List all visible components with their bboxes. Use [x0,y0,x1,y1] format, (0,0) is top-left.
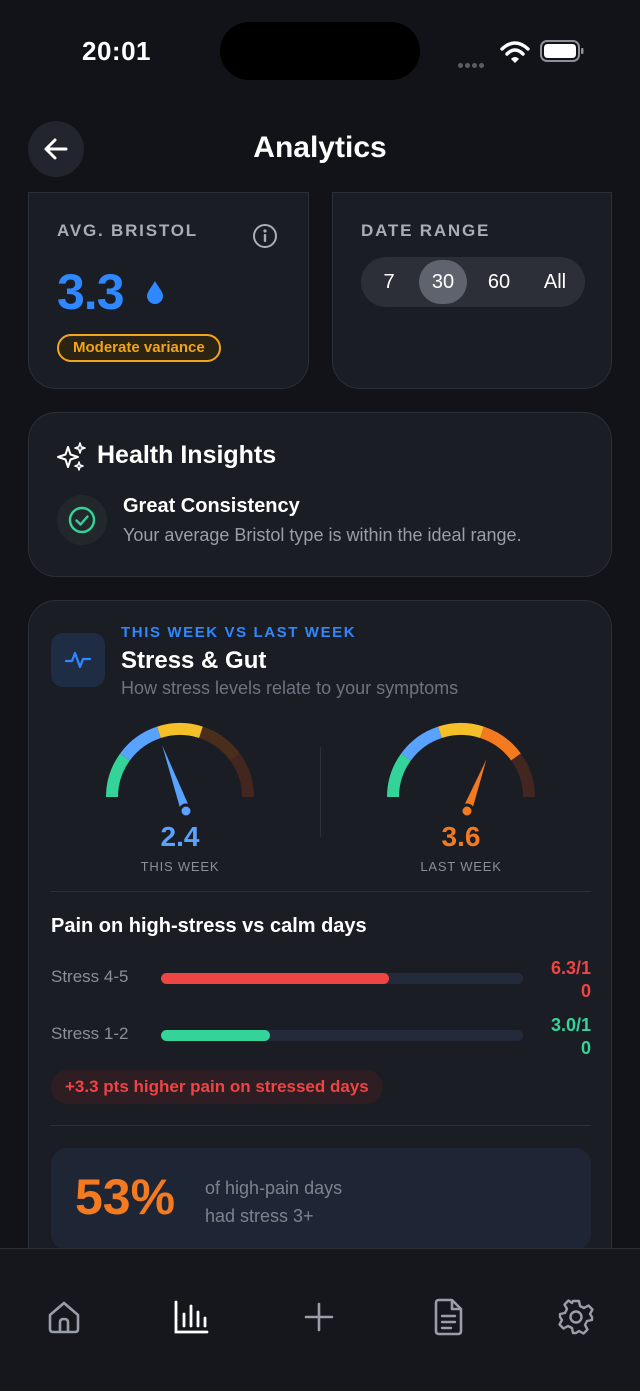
high-pain-percent: 53% [75,1169,176,1225]
tab-analytics[interactable] [171,1297,211,1337]
high-stress-bar-row: Stress 4-5 6.3/10 [51,958,591,1017]
pain-comparison-title: Pain on high-stress vs calm days [51,915,367,937]
variance-badge: Moderate variance [57,334,221,362]
gauge-needle [162,745,191,812]
gauge-segment [479,726,521,761]
calm-label: Stress 1-2 [51,1024,129,1043]
tab-settings[interactable] [556,1297,596,1337]
high-pain-description-line2: had stress 3+ [205,1206,314,1226]
gear-icon [558,1299,594,1335]
high-pain-stat: 53% of high-pain days had stress 3+ [51,1148,591,1250]
tab-home[interactable] [44,1297,84,1337]
insight-status [57,495,107,545]
pulse-icon [64,651,92,669]
date-range-selector: 7 30 60 All [361,257,585,307]
check-circle-icon [68,506,96,534]
gauge-needle-hub [178,803,194,819]
gauge-segment [387,753,411,798]
chart-bar-icon [174,1300,209,1334]
cellular-signal-icon [458,55,486,73]
date-range-option-all[interactable]: All [531,260,579,304]
date-range-label: DATE RANGE [361,221,491,240]
page-title: Analytics [253,131,387,164]
gauge-segment [230,753,254,798]
comparison-eyebrow: THIS WEEK VS LAST WEEK [121,624,357,641]
tab-add[interactable] [299,1297,339,1337]
plus-icon [304,1302,334,1332]
status-bar: 20:01 [0,0,640,100]
gauge-segment [120,726,162,761]
tab-reports[interactable] [428,1297,468,1337]
gauge-segment [198,726,240,761]
calm-bar-row: Stress 1-2 3.0/10 [51,1015,591,1074]
dynamic-island [220,22,420,80]
avg-bristol-label: AVG. BRISTOL [57,221,198,240]
this-week-gauge: 2.4 THIS WEEK [90,711,270,874]
tab-bar [0,1248,640,1391]
last-week-label: LAST WEEK [420,859,502,874]
gauge-needle-hub [459,803,475,819]
gauge-segment [438,723,484,739]
pulse-badge [51,633,105,687]
high-stress-bar-fill [161,973,390,984]
date-range-option-7[interactable]: 7 [365,260,413,304]
high-stress-bar-track [161,973,523,984]
divider [51,891,591,892]
this-week-label: THIS WEEK [140,859,220,874]
gauge-segment [401,726,443,761]
health-insights-card: Health Insights Great Consistency Your a… [28,412,612,577]
high-stress-value: 6.3/10 [550,958,591,1001]
gauge-divider [320,747,321,837]
battery-icon [540,40,584,62]
high-stress-label: Stress 4-5 [51,967,129,986]
sparkles-icon [57,442,86,471]
high-pain-description-line1: of high-pain days [205,1178,343,1198]
date-range-option-60[interactable]: 60 [475,260,523,304]
stress-subtitle: How stress levels relate to your symptom… [121,678,459,698]
pain-difference-chip: +3.3 pts higher pain on stressed days [51,1070,383,1104]
avg-bristol-card: AVG. BRISTOL 3.3 Moderate variance [28,192,309,389]
wifi-icon [500,41,530,63]
this-week-value: 2.4 [160,821,200,852]
insight-text: Your average Bristol type is within the … [123,525,522,545]
status-time: 20:01 [82,36,151,66]
insight-heading: Great Consistency [123,495,300,517]
water-drop-icon [147,281,163,304]
high-pain-description: of high-pain days had stress 3+ [205,1174,342,1230]
home-icon [48,1301,80,1334]
calm-bar-track [161,1030,523,1041]
last-week-gauge-svg [387,723,535,819]
info-icon[interactable] [252,223,278,249]
stress-gut-card: THIS WEEK VS LAST WEEK Stress & Gut How … [28,600,612,1300]
last-week-gauge: 3.6 LAST WEEK [371,711,551,874]
date-range-card: DATE RANGE 7 30 60 All [332,192,612,389]
gauge-segment [157,723,203,739]
calm-bar-fill [161,1030,270,1041]
last-week-value: 3.6 [441,821,481,852]
gauge-segment [106,753,130,798]
insights-title: Health Insights [97,441,277,469]
calm-value: 3.0/10 [550,1015,591,1058]
date-range-option-30[interactable]: 30 [419,260,467,304]
this-week-gauge-svg [106,723,254,819]
divider [51,1125,591,1126]
avg-bristol-value: 3.3 [57,264,125,320]
gauge-segment [511,753,535,798]
stress-title: Stress & Gut [121,647,267,674]
document-icon [434,1298,463,1336]
